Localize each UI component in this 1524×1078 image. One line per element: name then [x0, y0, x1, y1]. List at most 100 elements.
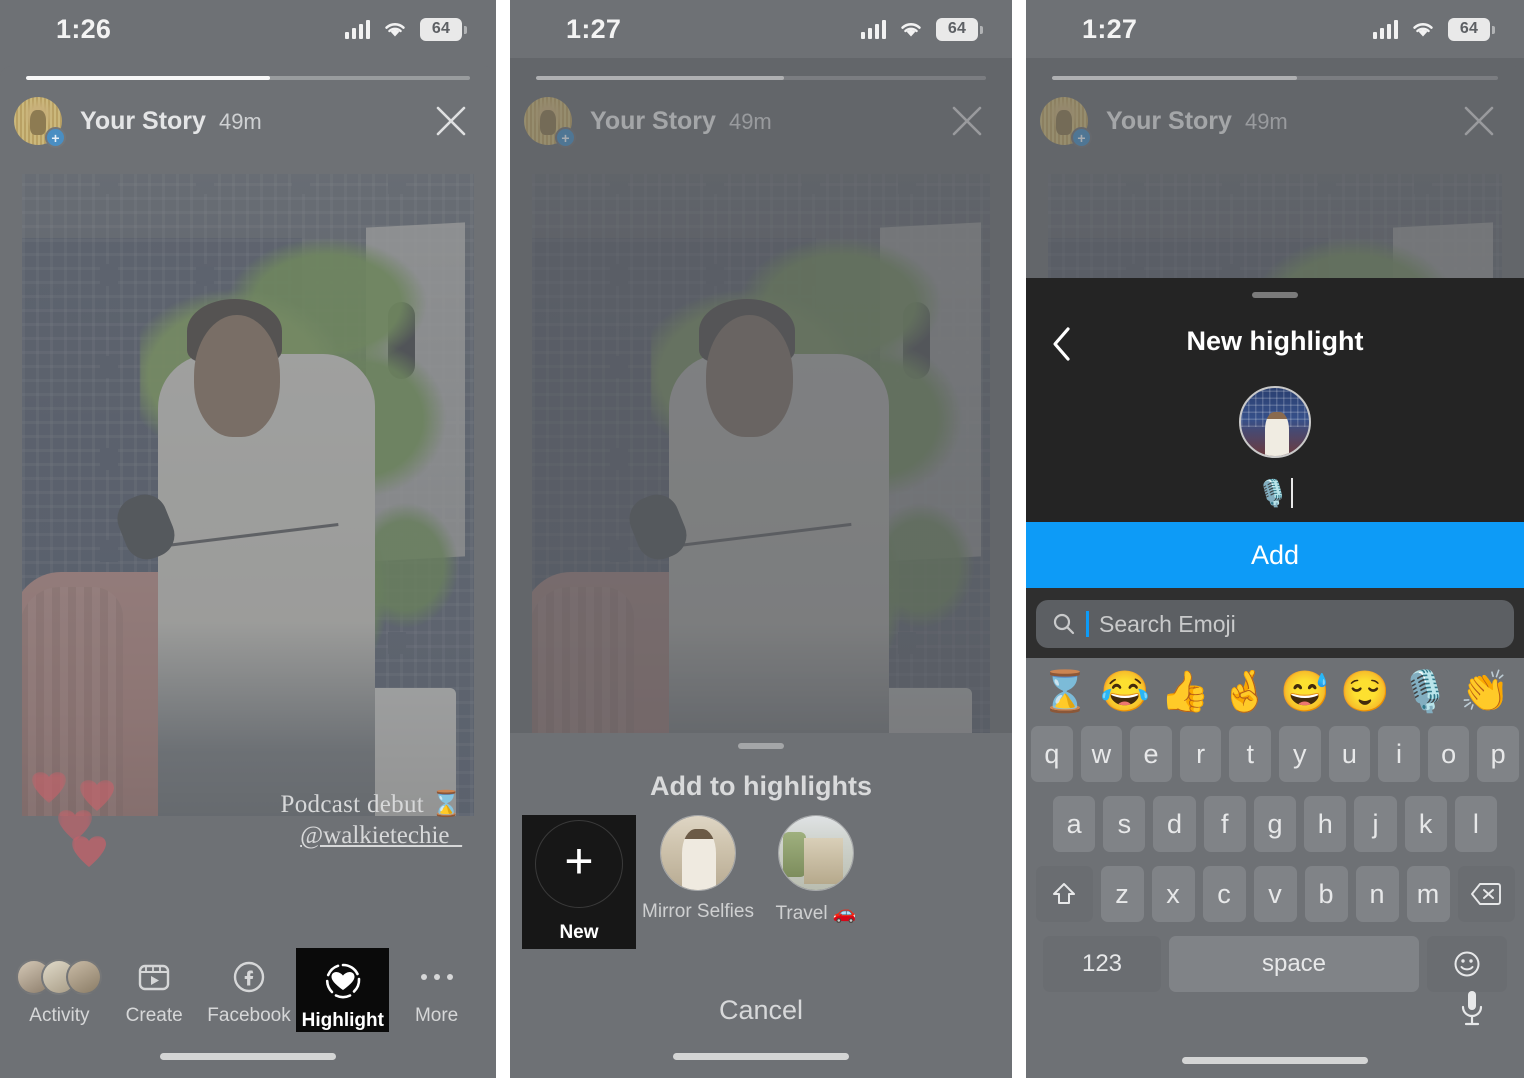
key-z[interactable]: z	[1100, 866, 1144, 922]
highlight-item[interactable]: Mirror Selfies	[642, 815, 754, 923]
add-story-badge[interactable]: +	[45, 127, 66, 148]
key-b[interactable]: b	[1304, 866, 1348, 922]
heart-animation	[10, 758, 160, 888]
search-input[interactable]: Search Emoji	[1036, 600, 1514, 648]
home-indicator	[1182, 1057, 1368, 1064]
sheet-title: Add to highlights	[650, 771, 872, 801]
story-viewer-background: + Your Story 49m	[510, 58, 1012, 1078]
story-timestamp: 49m	[218, 108, 262, 134]
action-highlight[interactable]: Highlight	[296, 948, 390, 1032]
key-i[interactable]: i	[1378, 726, 1420, 782]
key-e[interactable]: e	[1130, 726, 1172, 782]
emoji-suggestion[interactable]: 🎙️	[1400, 672, 1450, 712]
highlight-cover-icon	[778, 815, 854, 891]
key-j[interactable]: j	[1354, 796, 1397, 852]
key-x[interactable]: x	[1151, 866, 1195, 922]
highlight-item[interactable]: Travel 🚗	[760, 815, 872, 925]
action-create[interactable]: Create	[107, 948, 202, 1027]
story-action-bar: Activity Create Facebook Highlight More	[0, 940, 496, 1078]
highlight-cover-avatar[interactable]	[1239, 386, 1311, 458]
emoji-suggestion[interactable]: 👏	[1460, 672, 1510, 712]
key-m[interactable]: m	[1406, 866, 1450, 922]
status-time: 1:27	[1082, 13, 1138, 44]
keyboard-row-4: 123 space	[1031, 936, 1519, 992]
add-button[interactable]: Add	[1026, 522, 1524, 588]
emoji-suggestion[interactable]: 😂	[1100, 672, 1150, 712]
highlights-list: + New Mirror Selfies Travel 🚗	[516, 815, 1012, 949]
status-bar: 1:26 64	[0, 0, 496, 58]
key-t[interactable]: t	[1229, 726, 1271, 782]
create-icon	[136, 956, 172, 998]
status-indicators: 64	[344, 17, 467, 41]
action-activity[interactable]: Activity	[12, 948, 107, 1027]
cellular-bars-icon	[344, 19, 370, 39]
emoji-smiley-icon[interactable]	[1427, 936, 1507, 992]
battery-indicator: 64	[420, 17, 467, 41]
key-c[interactable]: c	[1202, 866, 1246, 922]
key-l[interactable]: l	[1454, 796, 1497, 852]
key-q[interactable]: q	[1031, 726, 1073, 782]
key-f[interactable]: f	[1203, 796, 1246, 852]
heart-icon	[72, 836, 112, 872]
key-o[interactable]: o	[1427, 726, 1470, 782]
shift-icon[interactable]	[1035, 866, 1093, 922]
keyboard: Search Emoji ⌛ 😂 👍 🤞 😅 😌 🎙️ 👏 q w e r t …	[1026, 588, 1524, 1078]
key-v[interactable]: v	[1253, 866, 1297, 922]
story-progress-bar	[26, 76, 470, 80]
highlight-label: New	[559, 922, 599, 943]
key-a[interactable]: a	[1053, 796, 1096, 852]
key-n[interactable]: n	[1355, 866, 1399, 922]
emoji-suggestion[interactable]: ⌛	[1040, 672, 1090, 712]
wifi-icon	[383, 20, 407, 38]
caption-line-1: Podcast debut ⌛	[280, 791, 462, 818]
microphone-icon[interactable]	[1458, 988, 1486, 1030]
action-label: Create	[125, 1005, 183, 1026]
key-s[interactable]: s	[1103, 796, 1146, 852]
numbers-key[interactable]: 123	[1043, 936, 1161, 992]
story-card: + Your Story 49m	[0, 66, 496, 1078]
add-to-highlights-sheet: Add to highlights + New Mirror Selfies T…	[510, 733, 1012, 1078]
emoji-suggestion[interactable]: 😅	[1280, 672, 1330, 712]
avatar[interactable]: +	[14, 97, 66, 148]
status-indicators: 64	[1372, 17, 1495, 41]
key-r[interactable]: r	[1179, 726, 1222, 782]
close-icon[interactable]	[428, 98, 474, 144]
key-d[interactable]: d	[1153, 796, 1196, 852]
key-h[interactable]: h	[1304, 796, 1347, 852]
story-viewer: + Your Story 49m Podcast debut ⌛ @walkie…	[0, 58, 496, 1078]
backspace-icon[interactable]	[1457, 866, 1515, 922]
key-g[interactable]: g	[1253, 796, 1297, 852]
caption-line-2: @walkietechie_	[300, 822, 462, 849]
key-u[interactable]: u	[1328, 726, 1371, 782]
highlight-name-value: 🎙️	[1256, 478, 1289, 508]
story-photo	[22, 174, 474, 816]
keyboard-row-3: z x c v b n m	[1031, 866, 1519, 922]
emoji-suggestion[interactable]: 👍	[1160, 672, 1210, 712]
cellular-bars-icon	[860, 19, 886, 39]
cancel-button[interactable]: Cancel	[510, 995, 1012, 1026]
emoji-suggestion[interactable]: 😌	[1340, 672, 1390, 712]
modal-grabber[interactable]	[1252, 292, 1298, 298]
key-y[interactable]: y	[1279, 726, 1321, 782]
action-more[interactable]: More	[389, 948, 484, 1027]
key-p[interactable]: p	[1477, 726, 1519, 782]
story-username: Your Story	[80, 106, 206, 135]
space-key[interactable]: space	[1169, 936, 1419, 992]
action-label: Highlight	[301, 1010, 384, 1031]
search-icon	[1052, 612, 1076, 636]
key-w[interactable]: w	[1080, 726, 1123, 782]
plus-icon: +	[535, 820, 623, 908]
keyboard-row-2: a s d f g h j k l	[1031, 796, 1519, 852]
highlight-label: Travel 🚗	[775, 903, 857, 924]
story-caption: Podcast debut ⌛ @walkietechie_	[281, 790, 462, 850]
key-k[interactable]: k	[1404, 796, 1447, 852]
heart-icon	[32, 772, 66, 803]
wifi-icon	[899, 20, 923, 38]
highlight-name-input[interactable]: 🎙️	[1026, 474, 1524, 512]
emoji-suggestion[interactable]: 🤞	[1220, 672, 1270, 712]
emoji-search-container: Search Emoji	[1026, 588, 1524, 658]
status-bar: 1:27 64	[510, 0, 1012, 58]
sheet-grabber[interactable]	[738, 743, 784, 749]
new-highlight-button[interactable]: + New	[522, 815, 636, 949]
action-facebook[interactable]: Facebook	[202, 948, 297, 1027]
